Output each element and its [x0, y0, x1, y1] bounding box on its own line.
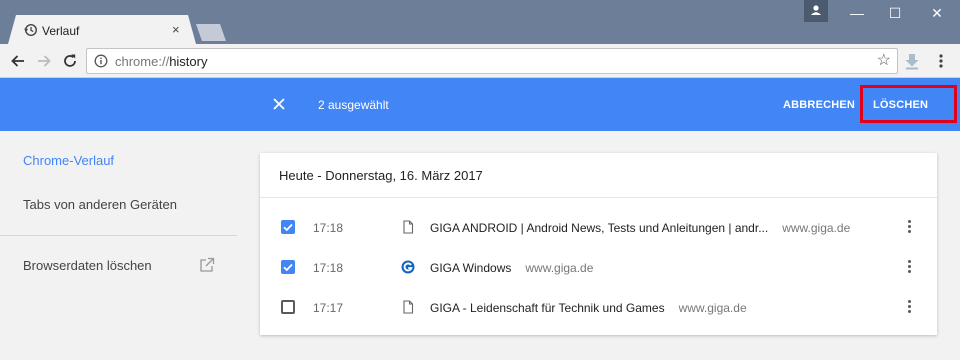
url-scheme: chrome:// [115, 54, 170, 69]
giga-g-icon [401, 260, 415, 274]
row-title: GIGA Windows [430, 261, 512, 275]
selected-count: 2 ausgewählt [318, 98, 389, 112]
row-menu-icon[interactable] [905, 300, 913, 316]
delete-button-highlight [860, 85, 957, 123]
bookmark-star-icon[interactable]: ☆ [877, 52, 891, 70]
forward-icon[interactable] [35, 52, 53, 70]
row-time: 17:18 [313, 261, 344, 275]
history-row[interactable]: 17:17 GIGA - Leidenschaft für Technik un… [260, 287, 937, 327]
browser-toolbar: chrome://history ☆ [0, 44, 960, 78]
row-domain: www.giga.de [525, 261, 594, 275]
back-icon[interactable] [9, 52, 27, 70]
new-tab-button[interactable] [196, 24, 226, 41]
sidebar-item-chrome-history[interactable]: Chrome-Verlauf [23, 153, 114, 168]
row-title-link[interactable]: GIGA ANDROID | Android News, Tests und A… [430, 221, 850, 235]
row-title-link[interactable]: GIGA - Leidenschaft für Technik und Game… [430, 301, 747, 315]
row-time: 17:18 [313, 221, 344, 235]
history-card: Heute - Donnerstag, 16. März 2017 17:18 … [260, 153, 937, 335]
address-bar[interactable]: chrome://history ☆ [86, 48, 898, 74]
history-icon [24, 23, 38, 37]
open-external-icon[interactable] [199, 257, 215, 273]
page-icon [403, 300, 414, 314]
download-extension-icon[interactable] [903, 52, 921, 70]
sidebar-item-clear-data[interactable]: Browserdaten löschen [23, 258, 152, 273]
maximize-button[interactable]: ☐ [872, 2, 918, 24]
row-title: GIGA ANDROID | Android News, Tests und A… [430, 221, 769, 235]
checkmark-icon [283, 223, 293, 232]
card-divider [260, 197, 937, 198]
checkmark-icon [283, 263, 293, 272]
selection-toolbar: 2 ausgewählt ABBRECHEN LÖSCHEN [0, 78, 960, 131]
row-checkbox-checked[interactable] [281, 260, 295, 274]
row-domain: www.giga.de [782, 221, 851, 235]
tab-close-icon[interactable]: × [172, 23, 180, 37]
url-host: history [169, 54, 208, 69]
page-icon [403, 220, 414, 234]
tab-title: Verlauf [42, 24, 80, 38]
reload-icon[interactable] [61, 52, 79, 70]
history-row[interactable]: 17:18 GIGA Windows www.giga.de [260, 247, 937, 287]
row-checkbox-checked[interactable] [281, 220, 295, 234]
row-title: GIGA - Leidenschaft für Technik und Game… [430, 301, 665, 315]
chrome-menu-icon[interactable] [937, 52, 945, 70]
row-menu-icon[interactable] [905, 220, 913, 236]
sidebar-item-other-devices[interactable]: Tabs von anderen Geräten [23, 197, 177, 212]
row-time: 17:17 [313, 301, 344, 315]
user-icon[interactable] [804, 0, 828, 22]
close-window-button[interactable]: ✕ [914, 2, 960, 24]
row-title-link[interactable]: GIGA Windows www.giga.de [430, 261, 593, 275]
clear-selection-icon[interactable] [272, 97, 286, 111]
cancel-button[interactable]: ABBRECHEN [783, 99, 855, 111]
url-text[interactable]: chrome://history [115, 54, 207, 69]
row-menu-icon[interactable] [905, 260, 913, 276]
row-checkbox-unchecked[interactable] [281, 300, 295, 314]
history-row[interactable]: 17:18 GIGA ANDROID | Android News, Tests… [260, 207, 937, 247]
row-domain: www.giga.de [678, 301, 747, 315]
title-bar: Verlauf × — ☐ ✕ [0, 0, 960, 44]
sidebar-divider [0, 235, 237, 236]
date-header: Heute - Donnerstag, 16. März 2017 [279, 168, 483, 183]
info-icon[interactable] [94, 54, 108, 68]
